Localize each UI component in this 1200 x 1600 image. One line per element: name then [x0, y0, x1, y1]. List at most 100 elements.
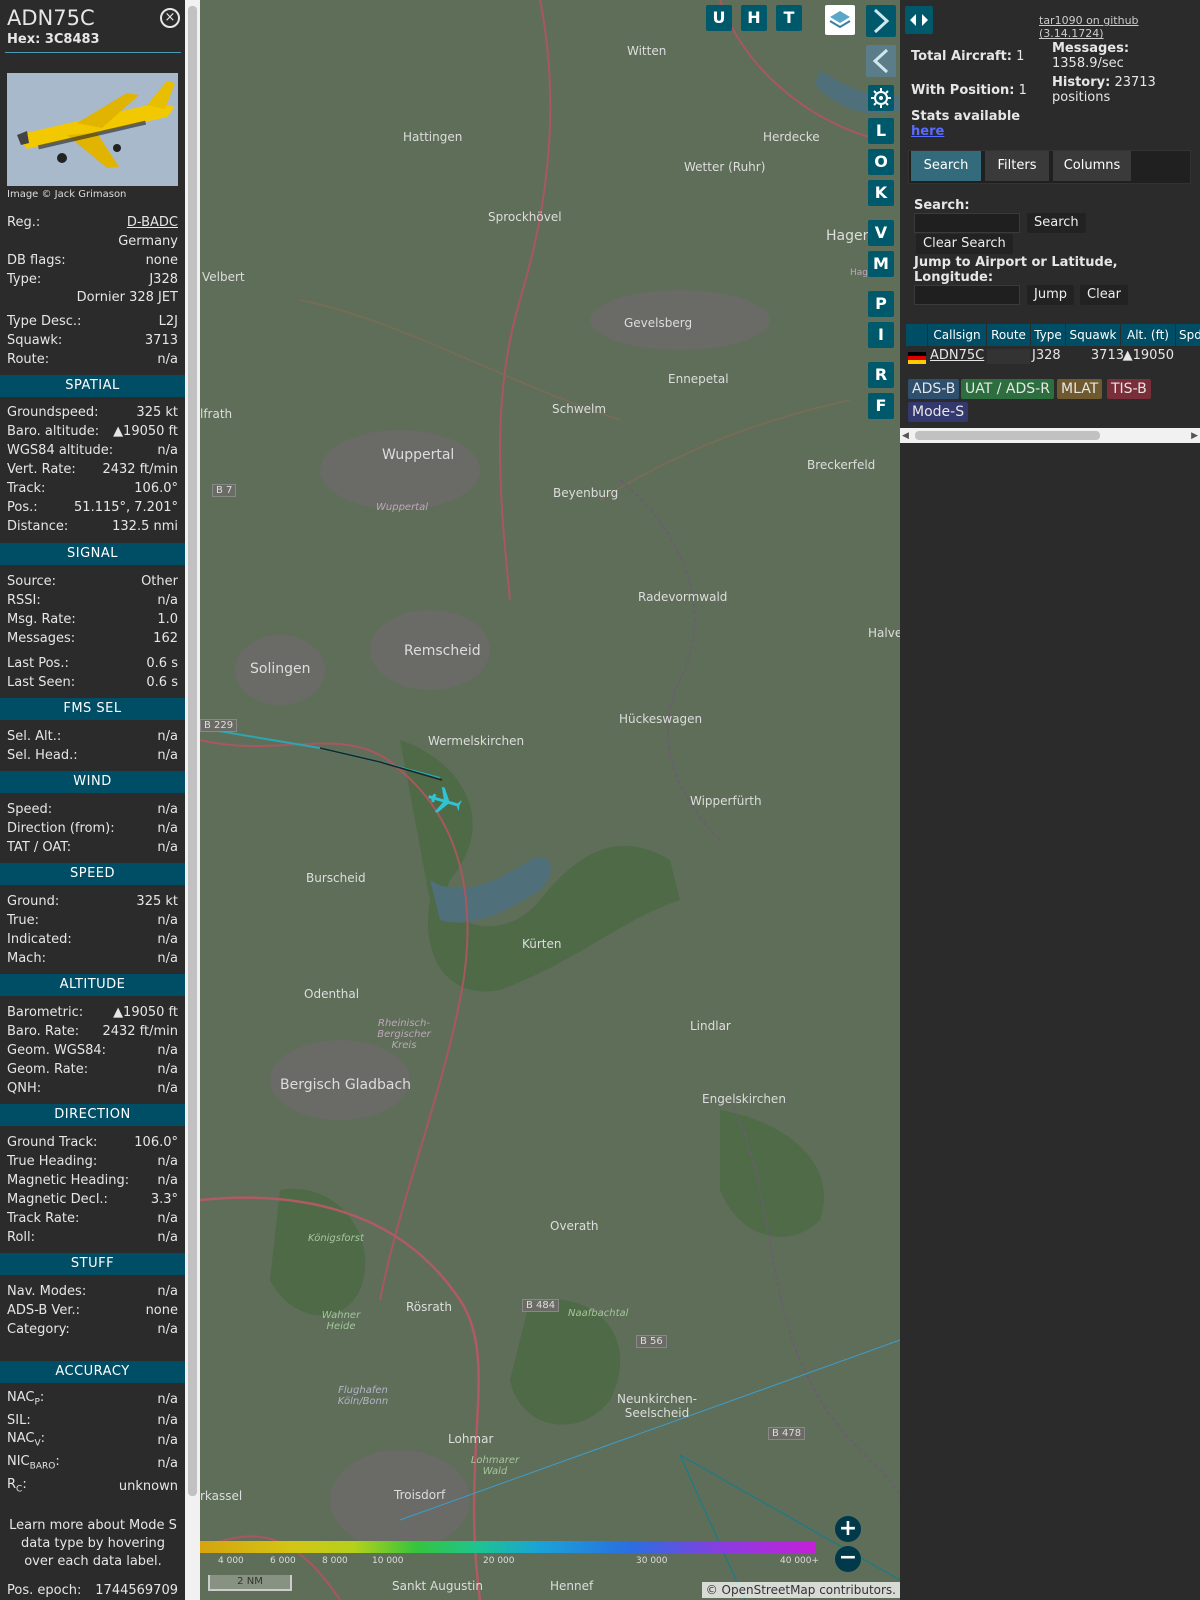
type-name: Dornier 328 JET: [76, 290, 178, 305]
map-place-label: Hückeswagen: [619, 712, 703, 726]
map-attribution[interactable]: © OpenStreetMap contributors.: [701, 1582, 900, 1598]
map-place-label: Naafbachtal: [568, 1308, 629, 1319]
aircraft-photo[interactable]: [7, 73, 178, 186]
clear-jump-button[interactable]: Clear: [1080, 285, 1128, 305]
map-button-l[interactable]: L: [868, 118, 894, 144]
section-direction[interactable]: DIRECTION: [0, 1104, 185, 1126]
section-fms-sel[interactable]: FMS SEL: [0, 698, 185, 720]
section-stuff[interactable]: STUFF: [0, 1253, 185, 1275]
map-button-h[interactable]: H: [741, 5, 767, 31]
source-tag-modes[interactable]: Mode-S: [908, 402, 969, 422]
aircraft-callsign: ADN75C: [7, 6, 95, 30]
aircraft-hex: Hex: 3C8483: [7, 32, 100, 47]
scroll-right-icon[interactable]: ▶: [1191, 431, 1198, 441]
section-speed[interactable]: SPEED: [0, 863, 185, 885]
detail-row: Category: n/a: [7, 1321, 178, 1337]
detail-row: Ground: 325 kt: [7, 893, 178, 909]
jump-button[interactable]: Jump: [1027, 285, 1074, 305]
detail-row: Msg. Rate: 1.0: [7, 611, 178, 627]
stats-link[interactable]: here: [911, 124, 944, 139]
map-place-label: Lohmarer Wald: [470, 1455, 520, 1477]
jump-input[interactable]: [914, 285, 1020, 305]
section-spatial[interactable]: SPATIAL: [0, 375, 185, 397]
map-button-v[interactable]: V: [868, 220, 894, 246]
aircraft-icon[interactable]: [426, 786, 462, 816]
map-button-u[interactable]: U: [706, 5, 732, 31]
table-header-speed[interactable]: Spd: [1176, 324, 1200, 346]
tab-filters[interactable]: Filters: [985, 151, 1049, 181]
zoom-in-button[interactable]: +: [835, 1516, 861, 1542]
map-button-i[interactable]: I: [868, 322, 894, 348]
toggle-panel-icon[interactable]: [905, 6, 933, 34]
search-button[interactable]: Search: [1027, 213, 1086, 233]
table-horizontal-scrollbar[interactable]: ◀ ▶: [900, 428, 1200, 443]
detail-row: True Heading: n/a: [7, 1153, 178, 1169]
map-place-label: Gevelsberg: [624, 316, 693, 330]
search-input[interactable]: [914, 213, 1020, 233]
with-position-stat: With Position: 1: [911, 83, 1027, 98]
mode-s-help-note: Learn more about Mode S data type by hov…: [9, 1518, 177, 1569]
map-road-label: B 478: [768, 1427, 806, 1440]
zoom-out-button[interactable]: −: [835, 1546, 861, 1572]
detail-row: NACP: n/a: [7, 1390, 178, 1408]
sidebar-scrollbar[interactable]: [185, 0, 200, 1600]
map-view[interactable]: Witten Hattingen Herdecke Wetter (Ruhr) …: [200, 0, 900, 1600]
map-place-label: Ennepetal: [668, 372, 729, 386]
map-button-r[interactable]: R: [868, 362, 894, 388]
map-place-label: Neunkirchen-Seelscheid: [616, 1392, 698, 1420]
table-header-type[interactable]: Type: [1031, 324, 1065, 346]
source-tag-mlat[interactable]: MLAT: [1057, 379, 1103, 399]
detail-row: Messages: 162: [7, 630, 178, 646]
map-button-f[interactable]: F: [868, 393, 894, 419]
detail-row: Barometric: ▲19050 ft: [7, 1004, 178, 1020]
row-callsign[interactable]: ADN75C: [930, 348, 984, 363]
settings-gear-icon[interactable]: [868, 85, 894, 111]
close-icon[interactable]: ×: [160, 8, 180, 28]
map-place-label: Radevormwald: [638, 590, 728, 604]
collapse-left-icon[interactable]: [866, 45, 896, 77]
scroll-left-icon[interactable]: ◀: [902, 431, 909, 441]
search-label: Search:: [914, 198, 970, 213]
table-header-callsign[interactable]: Callsign: [928, 324, 986, 346]
scrollbar-thumb[interactable]: [188, 6, 197, 1496]
clear-search-button[interactable]: Clear Search: [916, 234, 1013, 254]
tab-columns[interactable]: Columns: [1053, 151, 1131, 181]
map-button-k[interactable]: K: [868, 180, 894, 206]
map-place-label: Lohmar: [448, 1432, 494, 1446]
pos-epoch-row: Pos. epoch: 1744569709: [7, 1582, 178, 1598]
section-altitude[interactable]: ALTITUDE: [0, 974, 185, 996]
detail-row: Nav. Modes: n/a: [7, 1283, 178, 1299]
map-place-label: Velbert: [202, 270, 245, 284]
map-place-label: Rösrath: [406, 1300, 452, 1314]
source-tag-uat[interactable]: UAT / ADS-R: [961, 379, 1054, 399]
map-button-p[interactable]: P: [868, 291, 894, 317]
expand-right-icon[interactable]: [866, 5, 896, 37]
map-button-m[interactable]: M: [868, 251, 894, 277]
altitude-color-scale: [200, 1541, 816, 1553]
map-place-label: Bergisch Gladbach: [280, 1077, 412, 1093]
source-tag-adsb[interactable]: ADS-B: [908, 379, 960, 399]
map-place-label: Sankt Augustin: [392, 1579, 483, 1593]
layers-icon[interactable]: [825, 5, 855, 35]
map-button-t[interactable]: T: [776, 5, 802, 31]
table-header-squawk[interactable]: Squawk: [1066, 324, 1120, 346]
tab-search[interactable]: Search: [911, 151, 981, 181]
github-link[interactable]: tar1090 on github (3.14.1724): [1039, 14, 1200, 40]
table-header-altitude[interactable]: Alt. (ft): [1121, 324, 1175, 346]
source-tag-tisb[interactable]: TIS-B: [1107, 379, 1151, 399]
table-header-flag: [906, 324, 927, 346]
detail-row: TAT / OAT: n/a: [7, 839, 178, 855]
map-place-label: Hattingen: [403, 130, 463, 144]
table-row[interactable]: ADN75C J328 3713 ▲19050: [906, 347, 1200, 367]
registration-link[interactable]: D-BADC: [127, 215, 178, 230]
table-header-route[interactable]: Route: [987, 324, 1030, 346]
map-place-label: Burscheid: [306, 871, 366, 885]
section-wind[interactable]: WIND: [0, 771, 185, 793]
map-place-label: Beyenburg: [553, 486, 619, 500]
scrollbar-thumb[interactable]: [915, 431, 1100, 440]
map-button-o[interactable]: O: [868, 149, 894, 175]
map-place-label: Sprockhövel: [488, 210, 562, 224]
section-accuracy[interactable]: ACCURACY: [0, 1361, 185, 1383]
section-signal[interactable]: SIGNAL: [0, 543, 185, 565]
germany-flag-icon: [908, 352, 926, 364]
